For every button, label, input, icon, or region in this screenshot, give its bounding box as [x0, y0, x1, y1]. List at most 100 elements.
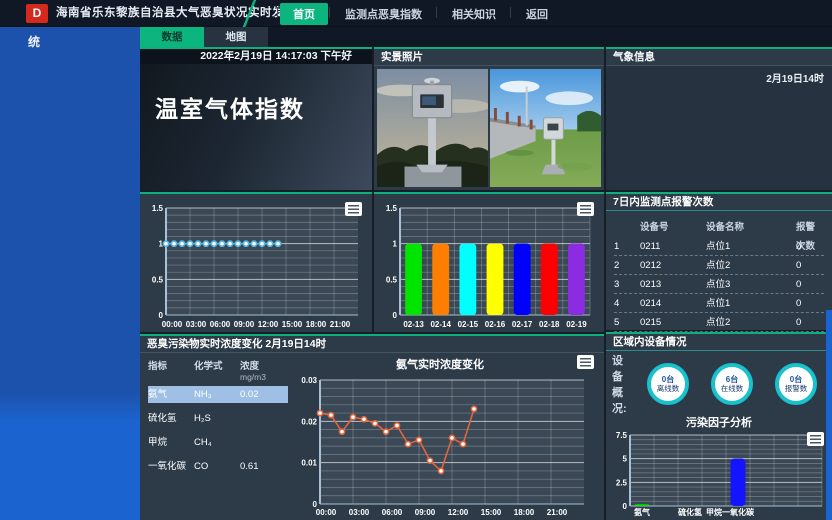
stat-label: 报警数: [785, 384, 808, 393]
pollutant-row[interactable]: 一氧化碳 CO 0.61: [148, 458, 288, 475]
chart-toolbox-icon[interactable]: [577, 202, 594, 216]
svg-text:03:00: 03:00: [186, 320, 207, 329]
panel-daily-index-chart: 02-1302-1402-1502-1602-1702-1802-1900.51…: [374, 192, 604, 332]
pollutant-value: 0.61: [240, 458, 284, 475]
stat-label: 离线数: [657, 384, 680, 393]
nh3-chart-title: 氨气实时浓度变化: [290, 356, 590, 372]
top-navbar: D 海南省乐东黎族自治县大气恶臭状况实时发布系 首页 监测点恶臭指数 相关知识 …: [0, 0, 832, 27]
svg-text:02-14: 02-14: [430, 320, 451, 329]
alarm-table-header: 设备号 设备名称 报警次数: [614, 218, 824, 237]
row-index: 3: [614, 275, 640, 294]
menu-item[interactable]: 监测点恶臭指数: [332, 3, 435, 25]
svg-text:0.5: 0.5: [386, 275, 398, 284]
site-photo-field: [490, 69, 601, 187]
pollutant-row[interactable]: 甲烷 CH₄: [148, 434, 288, 451]
device-name: 点位2: [706, 256, 796, 275]
alarm-count: 0: [796, 294, 824, 313]
svg-text:02-19: 02-19: [566, 320, 587, 329]
pollutant-name: 一氧化碳: [148, 458, 194, 475]
panel-photos: 实景照片: [374, 47, 604, 190]
pollutant-rows: 氨气 NH₃ 0.02 硫化氢 H₂S 甲烷 CH₄: [148, 386, 288, 475]
svg-text:21:00: 21:00: [547, 508, 568, 517]
pollutant-formula: CH₄: [194, 434, 240, 451]
weather-panel-title: 气象信息: [606, 49, 832, 66]
gas-index-line-chart: 00:0003:0006:0009:0012:0015:0018:0021:00…: [142, 198, 370, 330]
col-concentration: 浓度: [240, 358, 284, 372]
pollutant-value: [240, 434, 284, 451]
panel-devices: 区域内设备情况 设备概况: 0台 离线数 6台 在线数: [606, 332, 832, 520]
device-name: 点位1: [706, 294, 796, 313]
current-datetime: 2022年2月19日 14:17:03 下午好: [140, 49, 372, 64]
alarm-table-row: 3 0213 点位3 0: [614, 275, 824, 294]
stat-count: 0台: [662, 375, 674, 384]
svg-text:1.5: 1.5: [152, 204, 164, 213]
greenhouse-title: 温室气体指数: [155, 90, 305, 124]
svg-text:1: 1: [393, 240, 398, 249]
svg-text:0.03: 0.03: [301, 376, 317, 385]
chart-toolbox-icon[interactable]: [345, 202, 362, 216]
unit-row: mg/m3: [148, 372, 288, 382]
svg-text:5: 5: [623, 455, 628, 464]
row-index: 5: [614, 313, 640, 332]
svg-text:15:00: 15:00: [282, 320, 303, 329]
photos-panel-title: 实景照片: [374, 49, 604, 66]
svg-text:7.5: 7.5: [616, 431, 628, 440]
svg-text:21:00: 21:00: [330, 320, 351, 329]
menu-item[interactable]: 相关知识: [439, 3, 509, 25]
diagonal-accent: [232, 0, 266, 27]
svg-text:12:00: 12:00: [448, 508, 469, 517]
svg-text:0.5: 0.5: [152, 275, 164, 284]
device-name: 点位3: [706, 275, 796, 294]
view-tab[interactable]: 地图: [204, 27, 268, 47]
svg-text:0: 0: [313, 500, 318, 509]
pollutant-row[interactable]: 氨气 NH₃ 0.02: [148, 386, 288, 403]
sidebar-text: 统: [28, 33, 40, 50]
device-no: 0212: [640, 256, 706, 275]
col-indicator: 指标: [148, 358, 194, 372]
chart-toolbox-icon[interactable]: [577, 355, 594, 369]
chart-toolbox-icon[interactable]: [807, 432, 824, 446]
svg-text:09:00: 09:00: [415, 508, 436, 517]
pollutant-row[interactable]: 硫化氢 H₂S: [148, 410, 288, 427]
app-title: 海南省乐东黎族自治县大气恶臭状况实时发布系: [56, 0, 308, 27]
daily-index-bar-chart: 02-1302-1402-1502-1602-1702-1802-1900.51…: [376, 198, 602, 330]
svg-text:0: 0: [159, 311, 164, 320]
svg-text:0.02: 0.02: [301, 417, 317, 426]
weather-datetime: 2月19日14时: [606, 66, 832, 89]
svg-text:02-13: 02-13: [403, 320, 424, 329]
device-name: 点位1: [706, 237, 796, 256]
svg-text:02-17: 02-17: [512, 320, 533, 329]
pollutant-table: 指标 化学式 浓度 mg/m3 氨气 NH₃ 0.02: [148, 358, 288, 482]
menu-item[interactable]: 返回: [513, 3, 561, 25]
factor-bar-chart: 氨气硫化氢甲烷一氧化碳02.557.5: [608, 430, 830, 518]
alarm-table-row: 5 0215 点位2 0: [614, 313, 824, 332]
device-no: 0213: [640, 275, 706, 294]
alarm-count: 0: [796, 237, 824, 256]
pollutant-value: [240, 410, 284, 427]
panel-alarm-table: 7日内监测点报警次数 设备号 设备名称 报警次数 1 0211 点位1: [606, 192, 832, 330]
view-tab[interactable]: 数据: [140, 27, 204, 47]
main-menu: 首页 监测点恶臭指数 相关知识 返回: [278, 0, 563, 27]
stat-count: 0台: [790, 375, 802, 384]
svg-text:甲烷: 甲烷: [706, 507, 722, 517]
device-overview: 设备概况: 0台 离线数 6台 在线数: [612, 358, 828, 410]
svg-text:0.01: 0.01: [301, 459, 317, 468]
alarm-count: 0: [796, 313, 824, 332]
svg-text:18:00: 18:00: [514, 508, 535, 517]
pollutant-name: 硫化氢: [148, 410, 194, 427]
unit-label: mg/m3: [240, 372, 284, 382]
device-stat-circle: 6台 在线数: [711, 363, 753, 405]
svg-text:03:00: 03:00: [349, 508, 370, 517]
device-overview-label: 设备概况:: [612, 352, 628, 416]
svg-text:硫化氢: 硫化氢: [678, 507, 702, 517]
svg-text:00:00: 00:00: [162, 320, 183, 329]
svg-text:2.5: 2.5: [616, 478, 628, 487]
factor-analysis-title: 污染因子分析: [606, 414, 832, 430]
menu-item[interactable]: 首页: [280, 3, 328, 25]
alarm-count: 0: [796, 275, 824, 294]
pollutant-value: 0.02: [240, 386, 284, 403]
svg-text:0: 0: [393, 311, 398, 320]
svg-text:00:00: 00:00: [316, 508, 337, 517]
alarm-table-row: 1 0211 点位1 0: [614, 237, 824, 256]
row-index: 1: [614, 237, 640, 256]
